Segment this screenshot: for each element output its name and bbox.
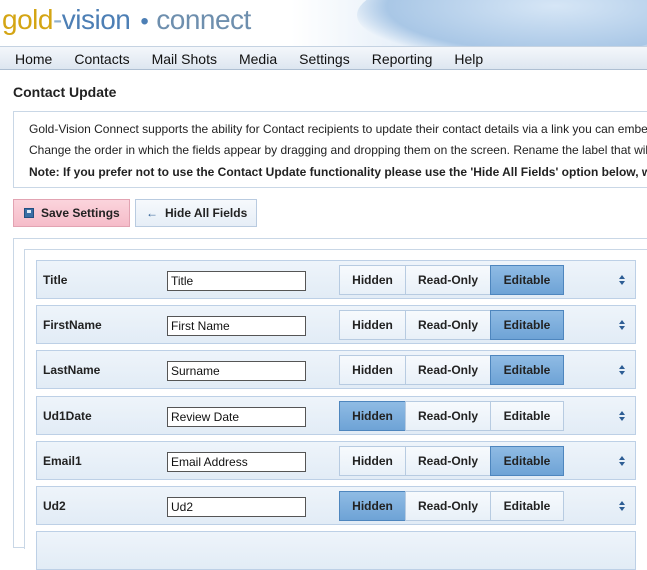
nav-item-mail-shots[interactable]: Mail Shots [152,47,217,70]
editable-option[interactable]: Editable [490,310,564,340]
field-row-ud2[interactable]: Ud2 Hidden Read-Only Editable [36,486,636,525]
drag-handle-icon[interactable] [619,365,625,377]
header-swoosh [357,0,647,46]
visibility-toggle: Hidden Read-Only Editable [339,355,564,385]
visibility-toggle: Hidden Read-Only Editable [339,310,564,340]
hidden-option[interactable]: Hidden [339,491,406,521]
info-panel: Gold-Vision Connect supports the ability… [13,111,647,188]
nav-item-home[interactable]: Home [15,47,52,70]
app-header: gold-vision • connect [0,0,647,46]
field-row-title[interactable]: Title Hidden Read-Only Editable [36,260,636,299]
editable-option[interactable]: Editable [490,491,564,521]
read-only-option[interactable]: Read-Only [405,355,491,385]
hidden-option[interactable]: Hidden [339,446,406,476]
drag-handle-icon[interactable] [619,275,625,287]
save-settings-label: Save Settings [41,206,120,220]
drag-handle-icon[interactable] [619,501,625,513]
field-name: Title [43,273,68,287]
field-name: Ud1Date [43,409,92,423]
visibility-toggle: Hidden Read-Only Editable [339,491,564,521]
read-only-option[interactable]: Read-Only [405,265,491,295]
hide-all-fields-button[interactable]: ← Hide All Fields [135,199,257,227]
read-only-option[interactable]: Read-Only [405,401,491,431]
info-text-line: Change the order in which the fields app… [29,143,647,157]
field-row-partial[interactable] [36,531,636,570]
main-nav: Home Contacts Mail Shots Media Settings … [0,46,647,70]
field-name: LastName [43,363,101,377]
drag-handle-icon[interactable] [619,456,625,468]
field-row-ud1date[interactable]: Ud1Date Hidden Read-Only Editable [36,396,636,435]
info-note: Note: If you prefer not to use the Conta… [29,165,647,179]
visibility-toggle: Hidden Read-Only Editable [339,265,564,295]
field-label-input[interactable] [167,316,306,336]
field-row-firstname[interactable]: FirstName Hidden Read-Only Editable [36,305,636,344]
field-row-email1[interactable]: Email1 Hidden Read-Only Editable [36,441,636,480]
read-only-option[interactable]: Read-Only [405,310,491,340]
page-title: Contact Update [13,84,117,100]
visibility-toggle: Hidden Read-Only Editable [339,401,564,431]
gold-vision-connect-logo: gold-vision • connect [2,4,251,35]
field-label-input[interactable] [167,361,306,381]
fields-list: Title Hidden Read-Only Editable FirstNam… [24,249,647,570]
editable-option[interactable]: Editable [490,446,564,476]
field-name: Email1 [43,454,82,468]
arrow-left-icon: ← [146,206,158,220]
nav-item-help[interactable]: Help [454,47,483,70]
nav-item-reporting[interactable]: Reporting [372,47,433,70]
editable-option[interactable]: Editable [490,355,564,385]
read-only-option[interactable]: Read-Only [405,491,491,521]
save-settings-button[interactable]: Save Settings [13,199,130,227]
hidden-option[interactable]: Hidden [339,265,406,295]
nav-item-media[interactable]: Media [239,47,277,70]
hidden-option[interactable]: Hidden [339,401,406,431]
field-label-input[interactable] [167,452,306,472]
hidden-option[interactable]: Hidden [339,355,406,385]
disk-icon [24,208,34,218]
field-label-input[interactable] [167,497,306,517]
hidden-option[interactable]: Hidden [339,310,406,340]
field-name: Ud2 [43,499,66,513]
drag-handle-icon[interactable] [619,320,625,332]
nav-item-settings[interactable]: Settings [299,47,350,70]
field-name: FirstName [43,318,102,332]
field-label-input[interactable] [167,407,306,427]
field-label-input[interactable] [167,271,306,291]
visibility-toggle: Hidden Read-Only Editable [339,446,564,476]
field-row-lastname[interactable]: LastName Hidden Read-Only Editable [36,350,636,389]
editable-option[interactable]: Editable [490,265,564,295]
info-text-line: Gold-Vision Connect supports the ability… [29,122,647,136]
nav-item-contacts[interactable]: Contacts [74,47,129,70]
fields-panel: Title Hidden Read-Only Editable FirstNam… [13,238,647,570]
editable-option[interactable]: Editable [490,401,564,431]
read-only-option[interactable]: Read-Only [405,446,491,476]
hide-all-fields-label: Hide All Fields [165,206,248,220]
drag-handle-icon[interactable] [619,411,625,423]
